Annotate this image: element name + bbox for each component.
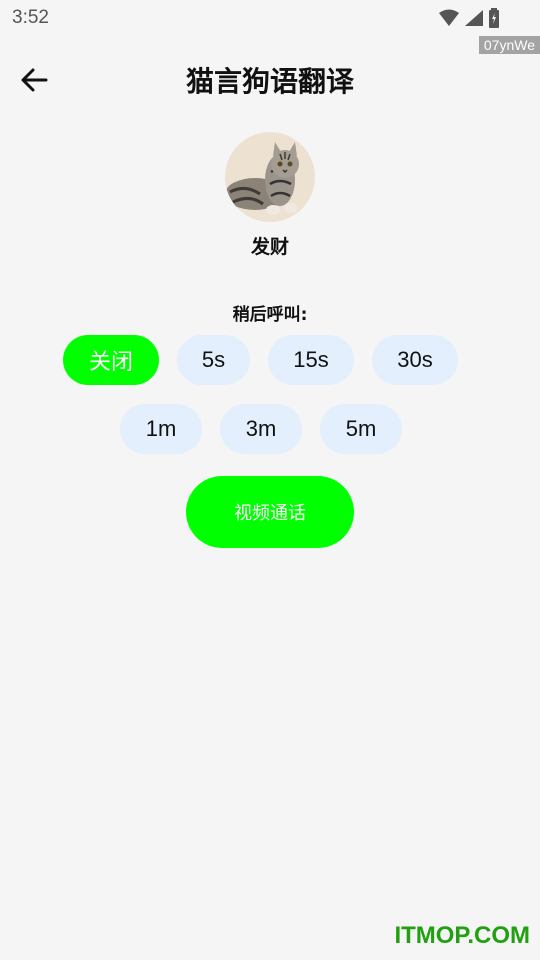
- status-icons: [438, 8, 500, 28]
- call-later-option-15s[interactable]: 15s: [268, 335, 354, 385]
- watermark-logo: ITMOP.COM: [394, 922, 530, 949]
- call-later-label: 稍后呼叫:: [232, 305, 308, 325]
- cell-signal-icon: [465, 10, 483, 26]
- status-bar: 3:52: [0, 0, 540, 36]
- call-later-option-5s[interactable]: 5s: [177, 335, 250, 385]
- status-time: 3:52: [12, 7, 49, 28]
- header: 猫言狗语翻译: [0, 56, 540, 102]
- debug-badge: 07ynWe: [478, 36, 540, 54]
- call-later-option-3m[interactable]: 3m: [220, 404, 302, 454]
- wifi-icon: [439, 9, 459, 26]
- call-later-option-5m[interactable]: 5m: [320, 404, 402, 454]
- page-title: 猫言狗语翻译: [185, 65, 354, 98]
- call-later-option-1m[interactable]: 1m: [120, 404, 202, 454]
- call-later-option-30s[interactable]: 30s: [372, 335, 458, 385]
- pet-avatar: [225, 132, 315, 222]
- battery-icon: [489, 8, 499, 28]
- call-later-option-off[interactable]: 关闭: [63, 335, 159, 385]
- pet-name: 发财: [250, 236, 289, 258]
- video-call-button[interactable]: 视频通话: [186, 476, 354, 548]
